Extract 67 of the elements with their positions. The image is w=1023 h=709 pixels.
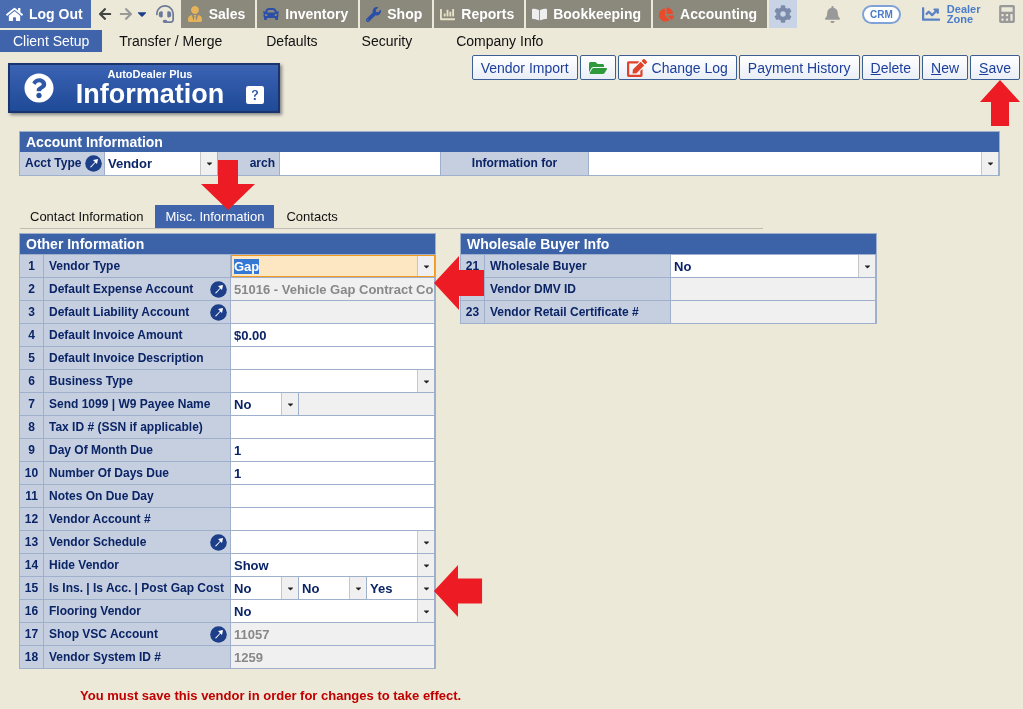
row-number: 2	[20, 278, 44, 300]
module-tab[interactable]: Shop	[360, 0, 433, 28]
dropdown-field[interactable]: No	[231, 577, 299, 599]
row-number: 6	[20, 370, 44, 392]
change-log-button[interactable]: Change Log	[617, 55, 737, 80]
section-tab[interactable]: Contacts	[276, 205, 348, 228]
section-tab[interactable]: Misc. Information	[155, 205, 275, 228]
warning-message: You must save this vendor in order for changes to take effect.	[80, 688, 463, 703]
row-number: 16	[20, 600, 44, 622]
row-number: 1	[20, 255, 44, 277]
action-button[interactable]: Save	[970, 55, 1020, 80]
dropdown-field[interactable]: Show	[231, 554, 435, 576]
section-tab[interactable]: Contact Information	[20, 205, 154, 228]
page-title: Information	[75, 80, 225, 108]
dropdown-field[interactable]: No	[671, 255, 876, 277]
row-number: 11	[20, 485, 44, 507]
panel-title: Other Information	[20, 234, 435, 254]
nav-tab[interactable]: Security	[348, 30, 426, 52]
dropdown-field[interactable]: No	[299, 577, 367, 599]
dropdown-field[interactable]: No	[231, 600, 435, 622]
field-label: Vendor Schedule	[44, 531, 231, 553]
action-button[interactable]: Payment History	[738, 55, 860, 80]
panel-title: Account Information	[20, 132, 999, 152]
action-button[interactable]: Delete	[861, 55, 921, 80]
module-tab[interactable]: Bookkeeping	[526, 0, 652, 28]
dropdown-field[interactable]: Gap	[231, 255, 435, 277]
field-label: Shop VSC Account	[44, 623, 231, 645]
row-number: 4	[20, 324, 44, 346]
module-tab[interactable]: Inventory	[257, 0, 359, 28]
action-button[interactable]: Vendor Import	[471, 55, 578, 80]
dropdown-field[interactable]: Yes	[367, 577, 435, 599]
row-number: 13	[20, 531, 44, 553]
input-field[interactable]: 1	[231, 462, 435, 484]
input-field[interactable]: 1	[231, 439, 435, 461]
input-field: 51016 - Vehicle Gap Contract Co	[231, 278, 435, 300]
module-tab[interactable]: Accounting	[653, 0, 768, 28]
field-label: Acct Type	[25, 155, 82, 172]
module-tab[interactable]: Reports	[434, 0, 525, 28]
row-number: 23	[461, 301, 485, 323]
action-button[interactable]: New	[922, 55, 969, 80]
nav-tab[interactable]: Client Setup	[0, 30, 103, 52]
row-number: 17	[20, 623, 44, 645]
field-label: Default Liability Account	[44, 301, 231, 323]
row-number: 5	[20, 347, 44, 369]
nav-tab[interactable]: Defaults	[253, 30, 331, 52]
dropdown-field[interactable]: No	[231, 393, 300, 415]
dropdown-field[interactable]: Vendor	[105, 152, 218, 175]
nav-tab[interactable]: Transfer / Merge	[106, 30, 236, 52]
row-number: 14	[20, 554, 44, 576]
input-field: 1259	[231, 646, 435, 668]
field-label: Default Expense Account	[44, 278, 231, 300]
row-number: 15	[20, 577, 44, 599]
row-number: 3	[20, 301, 44, 323]
row-number: 8	[20, 416, 44, 438]
nav-tab[interactable]: Company Info	[443, 30, 557, 52]
panel-title: Wholesale Buyer Info	[461, 234, 876, 254]
input-field: 11057	[231, 623, 435, 645]
module-tab[interactable]: Sales	[180, 0, 256, 28]
crm-button[interactable]: CRM	[862, 4, 901, 24]
row-number: 18	[20, 646, 44, 668]
row-number: 10	[20, 462, 44, 484]
logout-button[interactable]: Log Out	[0, 0, 91, 28]
input-field[interactable]: $0.00	[231, 324, 435, 346]
row-number: 7	[20, 393, 44, 415]
row-number: 12	[20, 508, 44, 530]
brand-name: AutoDealer Plus	[107, 68, 193, 80]
row-number: 9	[20, 439, 44, 461]
